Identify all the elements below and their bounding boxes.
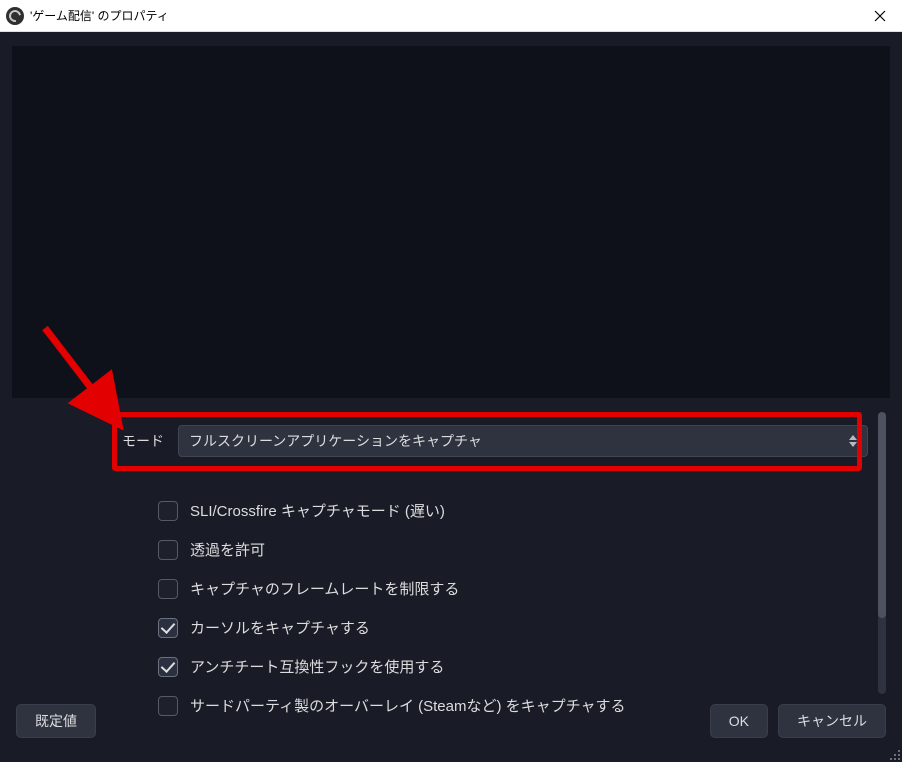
checkbox-anticheat-hook[interactable]: アンチチート互換性フックを使用する [158,656,625,677]
checkbox-label: SLI/Crossfire キャプチャモード (遅い) [190,500,445,521]
checkbox-label: カーソルをキャプチャする [190,617,370,638]
titlebar: 'ゲーム配信' のプロパティ [0,0,902,32]
checkbox-label: キャプチャのフレームレートを制限する [190,578,459,599]
mode-row: モード フルスクリーンアプリケーションをキャプチャ [118,419,872,463]
cancel-button[interactable]: キャンセル [778,704,886,738]
checkbox-list: SLI/Crossfire キャプチャモード (遅い) 透過を許可 キャプチャの… [158,500,625,716]
checkbox-icon [158,540,178,560]
checkbox-icon [158,579,178,599]
preview-area [12,46,890,398]
dialog-footer: 既定値 OK キャンセル [0,694,902,762]
close-icon [874,10,886,22]
mode-select-value: フルスクリーンアプリケーションをキャプチャ [189,431,482,451]
resize-grip-icon[interactable] [886,746,900,760]
dialog-content: モード フルスクリーンアプリケーションをキャプチャ SLI/Crossfire … [0,32,902,762]
checkbox-limit-framerate[interactable]: キャプチャのフレームレートを制限する [158,578,625,599]
properties-dialog: 'ゲーム配信' のプロパティ モード フルスクリーンアプリケーションをキャプチャ [0,0,902,762]
dropdown-spinner-icon [845,431,861,451]
checkbox-sli-crossfire[interactable]: SLI/Crossfire キャプチャモード (遅い) [158,500,625,521]
ok-button[interactable]: OK [710,704,768,738]
checkbox-icon [158,501,178,521]
defaults-button[interactable]: 既定値 [16,704,96,738]
window-title: 'ゲーム配信' のプロパティ [30,7,169,24]
obs-logo-icon [6,7,24,25]
checkbox-capture-cursor[interactable]: カーソルをキャプチャする [158,617,625,638]
mode-label: モード [118,431,178,451]
checkbox-allow-transparency[interactable]: 透過を許可 [158,539,625,560]
checkbox-label: アンチチート互換性フックを使用する [190,656,444,677]
mode-select[interactable]: フルスクリーンアプリケーションをキャプチャ [178,425,868,457]
checkbox-label: 透過を許可 [190,539,265,560]
scrollbar-thumb[interactable] [878,412,886,618]
close-button[interactable] [858,0,902,32]
checkbox-icon [158,657,178,677]
checkbox-icon [158,618,178,638]
